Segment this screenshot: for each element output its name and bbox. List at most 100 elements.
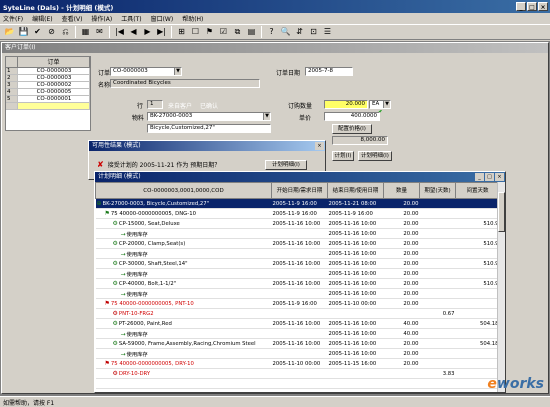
- table-row[interactable]: →使用库存 2005-11-16 10:00 40.00: [95, 328, 500, 339]
- plan-description-cell[interactable]: ⊕BK-27000-0003, Bicycle,Customized,27": [95, 198, 272, 209]
- plan-slack-cell[interactable]: [455, 248, 500, 259]
- arrow-right-icon[interactable]: →: [121, 291, 126, 298]
- save-icon[interactable]: 💾: [17, 26, 30, 39]
- plan-expected-cell[interactable]: [419, 378, 456, 389]
- list-icon[interactable]: ▤: [245, 26, 258, 39]
- table-row[interactable]: ⚙CP-30000, Shaft,Steel,14" 2005-11-16 10:…: [95, 258, 500, 269]
- plan-slack-cell[interactable]: [455, 268, 500, 279]
- accept-icon[interactable]: ✔: [31, 26, 44, 39]
- table-row[interactable]: ⊕BK-27000-0003, Bicycle,Customized,27" 20…: [95, 198, 500, 209]
- plan-end-cell[interactable]: [327, 368, 384, 379]
- plan-start-cell[interactable]: [271, 368, 328, 379]
- column-expected-days[interactable]: 期望(天数): [419, 182, 456, 199]
- plan-qty-cell[interactable]: 20.00: [383, 198, 420, 209]
- plan-qty-cell[interactable]: 20.00: [383, 208, 420, 219]
- plan-description-cell[interactable]: ⚑75 40000-0000000005, PNT-10: [95, 298, 272, 309]
- plan-start-cell[interactable]: [271, 288, 328, 299]
- plan-qty-cell[interactable]: 20.00: [383, 238, 420, 249]
- material-icon[interactable]: ⚙: [113, 220, 118, 227]
- menu-item-4[interactable]: 工具(T): [121, 14, 141, 23]
- help-icon[interactable]: ?: [265, 26, 278, 39]
- plan-expected-cell[interactable]: [419, 218, 456, 229]
- plan-description-cell[interactable]: ⚙CP-30000, Shaft,Steel,14": [95, 258, 272, 269]
- plan-description-cell[interactable]: ⚑75 40000-0000000005, DNG-10: [95, 208, 272, 219]
- plan-description-cell[interactable]: ⚑75 40000-0000000005, DRY-10: [95, 358, 272, 369]
- table-row[interactable]: ⚑75 40000-0000000005, PNT-10 2005-11-9 16…: [95, 298, 500, 309]
- last-record-icon[interactable]: ▶|: [155, 26, 168, 39]
- plan-description-cell[interactable]: ⚙SA-59000, Frame,Assembly,Racing,Chromiu…: [95, 338, 272, 349]
- sort-icon[interactable]: ⇵: [293, 26, 306, 39]
- table-row[interactable]: ⚙PNT-10-FRG2 0.67: [95, 308, 500, 319]
- plan-description-cell[interactable]: ⚙CP-15000, Seat,Deluxe: [95, 218, 272, 229]
- plan-expected-cell[interactable]: [419, 298, 456, 309]
- new-icon[interactable]: ⊞: [175, 26, 188, 39]
- plan-expected-cell[interactable]: 0.67: [419, 308, 456, 319]
- plan-qty-cell[interactable]: 20.00: [383, 248, 420, 259]
- order-cell[interactable]: CO-0000003: [18, 75, 90, 81]
- plan-description-cell[interactable]: [95, 378, 272, 389]
- plan-qty-cell[interactable]: 20.00: [383, 228, 420, 239]
- find-icon[interactable]: 🔍: [279, 26, 292, 39]
- plan-slack-cell[interactable]: [455, 358, 500, 369]
- column-start-date[interactable]: 开始日期/需求日期: [271, 182, 328, 199]
- plan-button[interactable]: 计划(I): [332, 151, 354, 161]
- material-icon[interactable]: ⚙: [113, 340, 118, 347]
- plan-start-cell[interactable]: [271, 378, 328, 389]
- plan-expected-cell[interactable]: [419, 268, 456, 279]
- plan-table[interactable]: CO-0000003,0001,0000,COD 开始日期/需求日期 结束日期/使用…: [95, 182, 500, 389]
- plan-qty-cell[interactable]: 20.00: [383, 348, 420, 359]
- plan-expected-cell[interactable]: [419, 228, 456, 239]
- plan-qty-cell[interactable]: 20.00: [383, 338, 420, 349]
- line-field[interactable]: 1: [147, 100, 163, 109]
- checklist-icon[interactable]: ☑: [217, 26, 230, 39]
- plan-slack-cell[interactable]: [455, 198, 500, 209]
- plan-slack-cell[interactable]: [455, 208, 500, 219]
- copy-icon[interactable]: ⧉: [231, 26, 244, 39]
- plan-description-cell[interactable]: ⚙CP-40000, Bolt,1-1/2": [95, 278, 272, 289]
- chevron-down-icon[interactable]: ▼: [174, 68, 181, 75]
- operation-icon[interactable]: ⚑: [105, 360, 110, 367]
- plan-expected-cell[interactable]: [419, 208, 456, 219]
- plan-start-cell[interactable]: 2005-11-9 16:00: [271, 208, 328, 219]
- plan-qty-cell[interactable]: 20.00: [383, 298, 420, 309]
- config-price-button[interactable]: 配置价格(I): [332, 124, 372, 134]
- table-row[interactable]: ⚙CP-20000, Clamp,Seat(s) 2005-11-16 10:00…: [95, 238, 500, 249]
- plan-description-cell[interactable]: ⚙PT-26000, Paint,Red: [95, 318, 272, 329]
- grid-icon[interactable]: ▦: [79, 26, 92, 39]
- plan-minimize-button[interactable]: _: [475, 173, 484, 181]
- table-row[interactable]: →使用库存 2005-11-16 10:00 20.00: [95, 268, 500, 279]
- plan-start-cell[interactable]: [271, 308, 328, 319]
- plan-slack-cell[interactable]: [455, 288, 500, 299]
- row-number[interactable]: 5: [6, 96, 18, 102]
- plan-start-cell[interactable]: 2005-11-16 10:00: [271, 218, 328, 229]
- plan-qty-cell[interactable]: 20.00: [383, 288, 420, 299]
- material-icon[interactable]: ⚙: [113, 310, 118, 317]
- plan-slack-cell[interactable]: 504.18: [455, 338, 500, 349]
- plan-qty-cell[interactable]: [383, 308, 420, 319]
- plan-end-cell[interactable]: 2005-11-16 10:00: [327, 278, 384, 289]
- plan-end-cell[interactable]: 2005-11-16 10:00: [327, 268, 384, 279]
- plan-expected-cell[interactable]: [419, 238, 456, 249]
- plan-expected-cell[interactable]: [419, 358, 456, 369]
- plan-qty-cell[interactable]: 20.00: [383, 278, 420, 289]
- plan-start-cell[interactable]: 2005-11-10 00:00: [271, 358, 328, 369]
- plan-description-cell[interactable]: ⚙DRY-10-DRY: [95, 368, 272, 379]
- plan-slack-cell[interactable]: [455, 328, 500, 339]
- plan-end-cell[interactable]: [327, 378, 384, 389]
- plan-end-cell[interactable]: 2005-11-16 10:00: [327, 238, 384, 249]
- order-field[interactable]: CO-0000003 ▼: [110, 67, 182, 76]
- item-field[interactable]: BK-27000-0003 ▼: [147, 112, 271, 121]
- arrow-right-icon[interactable]: →: [121, 231, 126, 238]
- arrow-right-icon[interactable]: →: [121, 251, 126, 258]
- open-icon[interactable]: 📂: [3, 26, 16, 39]
- plan-scrollbar-thumb[interactable]: [498, 192, 505, 232]
- table-row[interactable]: ⚙SA-59000, Frame,Assembly,Racing,Chromiu…: [95, 338, 500, 349]
- confirmed-checkbox-label[interactable]: 已确认: [200, 101, 218, 110]
- dialog-plan-detail-button[interactable]: 计划明细(I): [265, 160, 307, 170]
- chevron-down-icon[interactable]: ▼: [263, 113, 270, 120]
- plan-expected-cell[interactable]: [419, 288, 456, 299]
- dialog-close-button[interactable]: ×: [315, 142, 324, 150]
- plan-expected-cell[interactable]: [419, 338, 456, 349]
- plan-slack-cell[interactable]: 504.18: [455, 318, 500, 329]
- order-grid[interactable]: 订单 1 (m) >CO-00000032CO-00000033CO-00000…: [5, 56, 91, 131]
